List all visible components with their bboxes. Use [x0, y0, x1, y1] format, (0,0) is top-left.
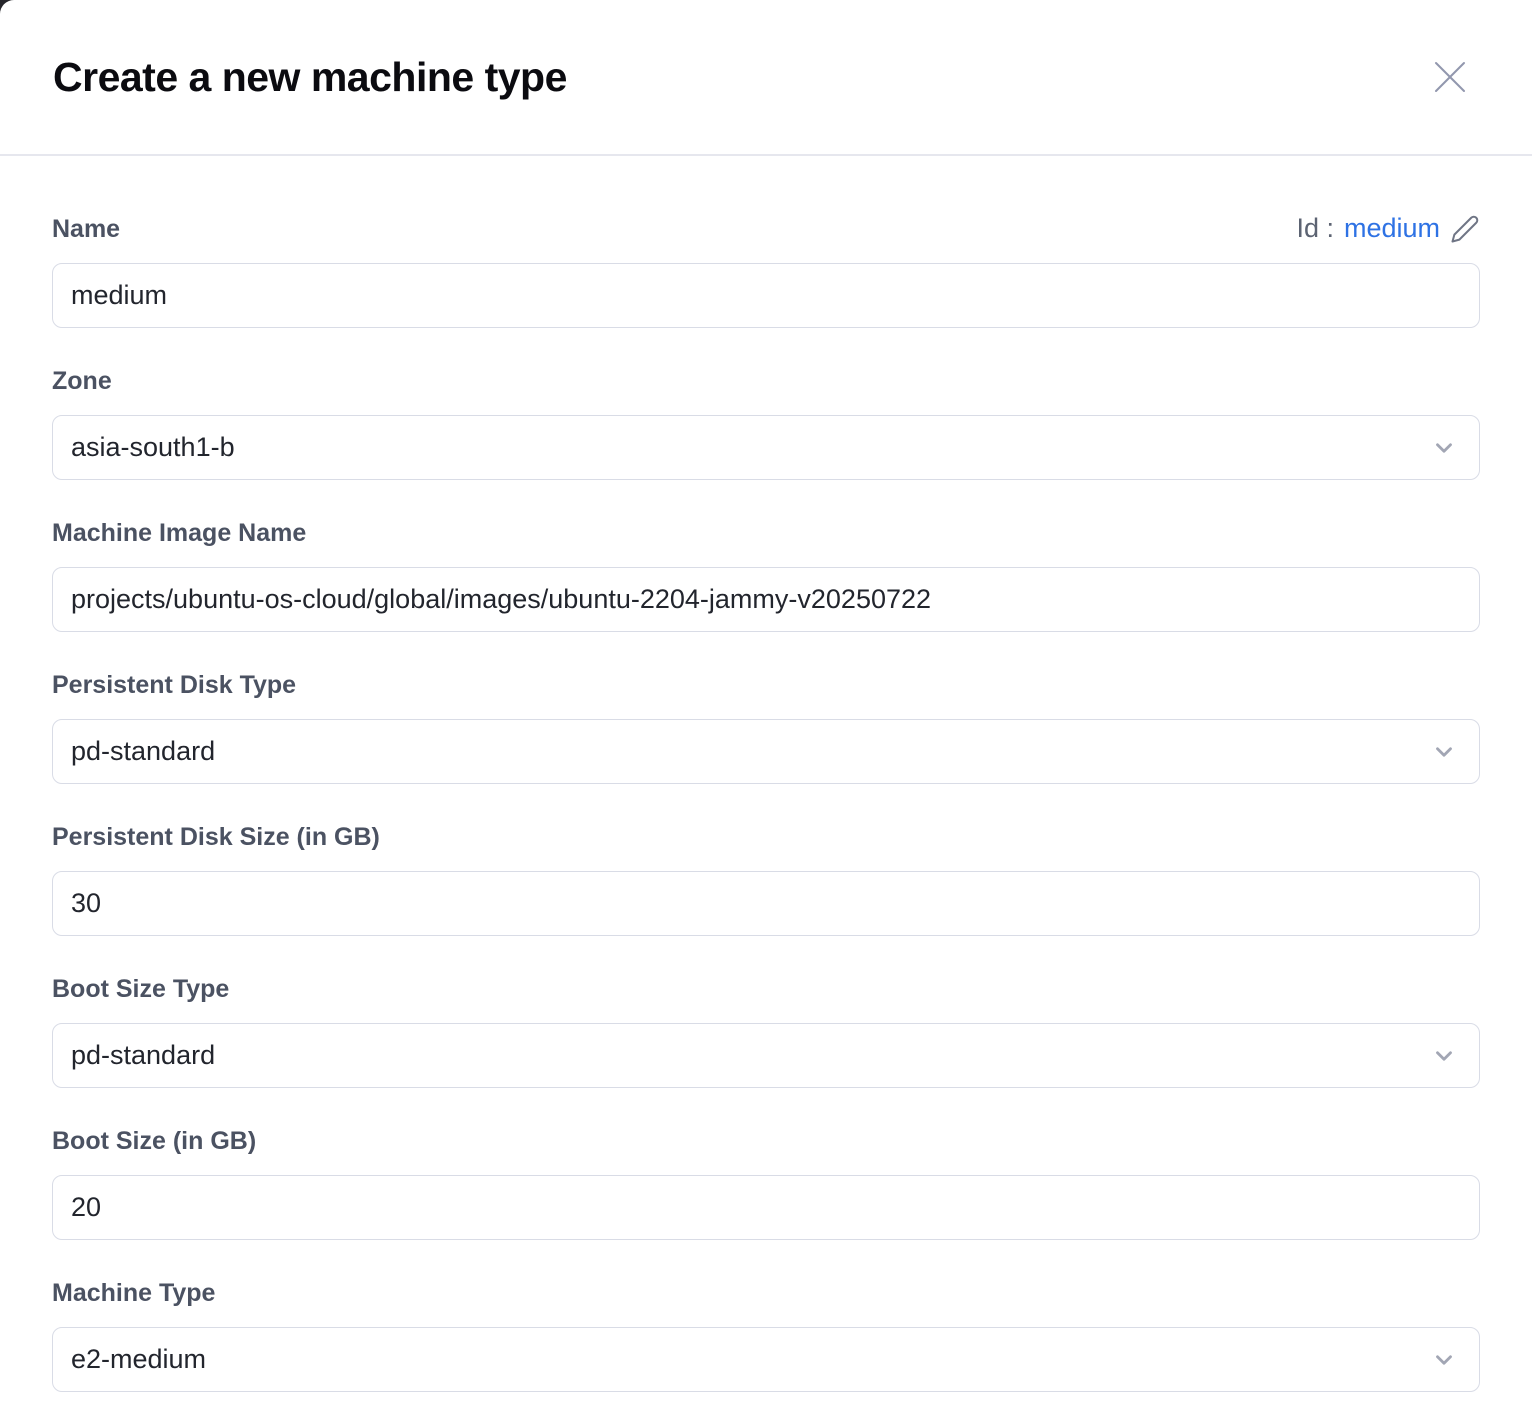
field-group-persistent-disk-type: Persistent Disk Type pd-standard — [52, 670, 1480, 784]
modal-body: Name Id : medium Zone asia-south1-b — [0, 156, 1532, 1412]
chevron-down-icon — [1431, 739, 1457, 765]
create-machine-type-modal: Create a new machine type Name Id : medi… — [0, 0, 1532, 1412]
field-group-boot-size-type: Boot Size Type pd-standard — [52, 974, 1480, 1088]
boot-size-type-selected-value: pd-standard — [71, 1040, 215, 1071]
page-title: Create a new machine type — [53, 54, 567, 101]
id-value[interactable]: medium — [1344, 213, 1440, 244]
machine-type-selected-value: e2-medium — [71, 1344, 206, 1375]
persistent-disk-type-select[interactable]: pd-standard — [52, 719, 1480, 784]
id-label: Id : — [1296, 213, 1334, 244]
persistent-disk-type-label: Persistent Disk Type — [52, 670, 1480, 701]
chevron-down-icon — [1431, 1347, 1457, 1373]
zone-select[interactable]: asia-south1-b — [52, 415, 1480, 480]
boot-size-input[interactable] — [52, 1175, 1480, 1240]
name-input[interactable] — [52, 263, 1480, 328]
machine-type-label: Machine Type — [52, 1278, 1480, 1309]
zone-selected-value: asia-south1-b — [71, 432, 235, 463]
persistent-disk-size-input[interactable] — [52, 871, 1480, 936]
field-group-persistent-disk-size: Persistent Disk Size (in GB) — [52, 822, 1480, 936]
modal-header: Create a new machine type — [0, 0, 1532, 156]
boot-size-type-select[interactable]: pd-standard — [52, 1023, 1480, 1088]
boot-size-type-label: Boot Size Type — [52, 974, 1480, 1005]
close-icon — [1432, 59, 1468, 95]
zone-label: Zone — [52, 366, 1480, 397]
close-button[interactable] — [1428, 55, 1472, 99]
chevron-down-icon — [1431, 1043, 1457, 1069]
boot-size-label: Boot Size (in GB) — [52, 1126, 1480, 1157]
field-group-zone: Zone asia-south1-b — [52, 366, 1480, 480]
chevron-down-icon — [1431, 435, 1457, 461]
pencil-icon — [1450, 214, 1480, 244]
field-group-machine-image-name: Machine Image Name — [52, 518, 1480, 632]
persistent-disk-type-selected-value: pd-standard — [71, 736, 215, 767]
field-group-boot-size: Boot Size (in GB) — [52, 1126, 1480, 1240]
machine-image-name-input[interactable] — [52, 567, 1480, 632]
name-label-row: Name Id : medium — [52, 213, 1480, 263]
name-label: Name — [52, 214, 120, 245]
id-row: Id : medium — [1296, 213, 1480, 244]
edit-id-button[interactable] — [1450, 214, 1480, 244]
machine-image-name-label: Machine Image Name — [52, 518, 1480, 549]
persistent-disk-size-label: Persistent Disk Size (in GB) — [52, 822, 1480, 853]
field-group-name: Name Id : medium — [52, 213, 1480, 328]
field-group-machine-type: Machine Type e2-medium — [52, 1278, 1480, 1392]
machine-type-select[interactable]: e2-medium — [52, 1327, 1480, 1392]
